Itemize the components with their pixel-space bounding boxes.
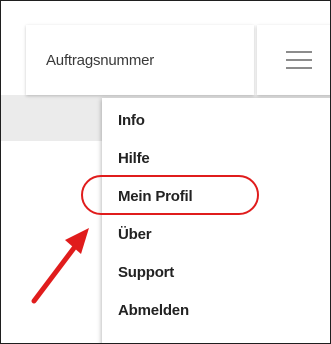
order-number-label: Auftragsnummer: [46, 51, 155, 69]
menu-item-info[interactable]: Info: [118, 112, 145, 129]
screenshot-frame: Auftragsnummer Info Hilfe Mein Profil Üb…: [0, 0, 331, 344]
hamburger-menu-button[interactable]: [257, 25, 330, 95]
order-number-field[interactable]: Auftragsnummer: [26, 25, 254, 95]
dropdown-menu: Info Hilfe Mein Profil Über Support Abme…: [102, 98, 330, 343]
menu-item-abmelden[interactable]: Abmelden: [118, 302, 189, 319]
hamburger-menu-icon: [286, 50, 312, 70]
menu-item-support[interactable]: Support: [118, 264, 174, 281]
menu-item-ueber[interactable]: Über: [118, 226, 152, 243]
menu-item-hilfe[interactable]: Hilfe: [118, 150, 150, 167]
menu-item-mein-profil[interactable]: Mein Profil: [118, 188, 193, 205]
